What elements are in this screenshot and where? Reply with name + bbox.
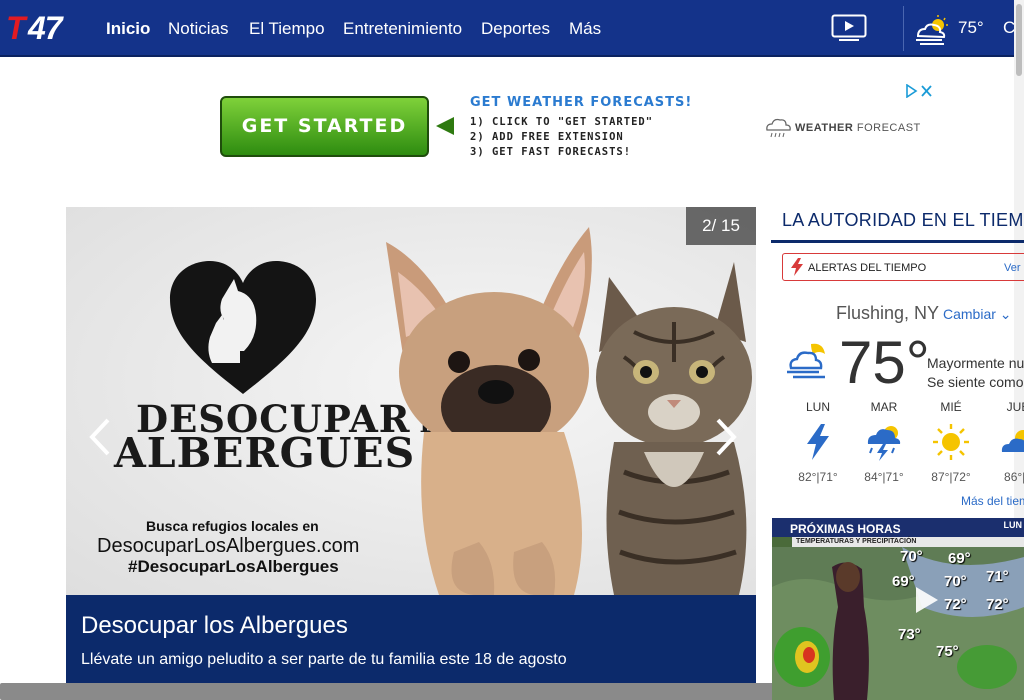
chevron-left-icon[interactable] <box>88 417 112 457</box>
weather-sidebar: LA AUTORIDAD EN EL TIEMPO ALERTAS DEL TI… <box>771 200 1024 700</box>
map-temp-label: 70° <box>900 548 923 565</box>
ad-choices-icon[interactable] <box>904 84 934 98</box>
change-location-label: Cambiar <box>943 306 996 322</box>
nav-deportes[interactable]: Deportes <box>481 18 550 40</box>
promo-website: DesocuparLosAlbergues.com <box>97 535 360 557</box>
video-day-label: LUN <box>1003 520 1023 530</box>
scrollbar-thumb[interactable] <box>1016 4 1022 76</box>
logo-t: T <box>6 10 26 46</box>
nav-mas[interactable]: Más <box>569 18 601 40</box>
ad-title: GET WEATHER FORECASTS! <box>470 95 693 110</box>
map-temp-label: 72° <box>986 596 1009 613</box>
nav-noticias[interactable]: Noticias <box>168 18 228 40</box>
ad-step-3: 3) GET FAST FORECASTS! <box>470 146 632 158</box>
forecast-day[interactable]: LUN 82°|71° <box>793 400 843 484</box>
header-rule <box>771 240 1024 243</box>
weather-section-header[interactable]: LA AUTORIDAD EN EL TIEMPO <box>782 210 1024 231</box>
slide-counter: 2/ 15 <box>686 207 756 245</box>
carousel-slide-image[interactable]: DESOCUPAR LOS ALBERGUES Busca refugios l… <box>66 207 756 595</box>
get-started-button[interactable]: GET STARTED <box>220 96 429 157</box>
feels-like: Se siente como 75° <box>927 374 1024 390</box>
logo-number: 47 <box>28 10 63 46</box>
brand-title-line2: ALBERGUES <box>114 429 416 477</box>
current-conditions: Mayormente nublado <box>927 355 1024 371</box>
advertisement-banner[interactable]: GET STARTED GET WEATHER FORECASTS! 1) CL… <box>218 84 936 166</box>
alerts-view-link[interactable]: Ver <box>1004 262 1021 274</box>
heart-dog-cat-logo <box>170 261 316 394</box>
chevron-down-icon: ⌄ <box>999 306 1012 322</box>
forecast-temps: 87°|72° <box>931 470 971 484</box>
weather-video-player[interactable]: PRÓXIMAS HORAS TEMPERATURAS Y PRECIPITAC… <box>772 518 1024 700</box>
thunderstorm-icon <box>867 426 901 461</box>
alerts-label: ALERTAS DEL TIEMPO <box>808 262 927 274</box>
nav-temperature[interactable]: 75° <box>958 18 984 38</box>
forecast-day[interactable]: MAR 84°|71° <box>859 400 909 484</box>
arrow-left-icon <box>436 117 454 135</box>
video-play-icon[interactable] <box>908 583 942 617</box>
sun-icon <box>933 424 969 460</box>
forecast-day-name: LUN <box>805 400 830 414</box>
video-play-icon[interactable] <box>831 14 867 42</box>
forecast-temps: 86°|7 <box>1004 470 1024 484</box>
weather-forecast-logo-text: WEATHER FORECAST <box>795 122 921 134</box>
map-temp-label: 75° <box>936 643 959 660</box>
map-temp-label: 70° <box>944 573 967 590</box>
forecast-temps: 84°|71° <box>864 470 904 484</box>
forecast-day-name: JUE <box>1006 400 1024 414</box>
puppy-and-kitten-photo <box>386 227 752 595</box>
map-temp-label: 71° <box>986 568 1009 585</box>
forecast-day-name: MAR <box>870 400 898 414</box>
nav-entretenimiento[interactable]: Entretenimiento <box>343 18 462 40</box>
ad-logo-light: FORECAST <box>853 122 921 134</box>
location-name: Flushing, NY <box>836 303 940 323</box>
promo-text: Busca refugios locales en <box>146 518 319 534</box>
change-location-link[interactable]: Cambiar ⌄ <box>943 306 1012 323</box>
map-temp-label: 72° <box>944 596 967 613</box>
photo-carousel[interactable]: DESOCUPAR LOS ALBERGUES Busca refugios l… <box>66 207 756 700</box>
top-navigation: T 47 Inicio Noticias El Tiempo Entreteni… <box>0 0 1024 57</box>
forecast-day-name: MIÉ <box>940 400 962 414</box>
ad-step-2: 2) ADD FREE EXTENSION <box>470 131 624 143</box>
ad-step-1: 1) CLICK TO "GET STARTED" <box>470 116 654 128</box>
forecast-temps: 82°|71° <box>798 470 838 484</box>
nav-divider <box>903 6 904 51</box>
caption-title[interactable]: Desocupar los Albergues <box>81 612 348 640</box>
ad-logo-bold: WEATHER <box>795 122 854 134</box>
forecast-day[interactable]: JUE 86°|7 <box>993 400 1024 484</box>
video-subtitle: TEMPERATURAS Y PRECIPITACIÓN <box>792 537 1024 547</box>
caption-subtitle: Llévate un amigo peludito a ser parte de… <box>81 651 567 668</box>
nav-el-tiempo[interactable]: El Tiempo <box>249 18 325 40</box>
partly-cloudy-night-icon[interactable] <box>914 14 952 46</box>
promo-hashtag: #DesocuparLosAlbergues <box>128 557 339 576</box>
partly-cloudy-night-icon <box>787 343 825 379</box>
lightning-alert-icon <box>791 258 803 276</box>
partly-cloudy-icon <box>1001 430 1024 452</box>
current-temperature: 75° <box>839 329 930 396</box>
more-weather-link[interactable]: Más del tiempo <box>961 494 1024 508</box>
weather-alerts-bar[interactable]: ALERTAS DEL TIEMPO Ver <box>782 253 1024 281</box>
map-temp-label: 73° <box>898 626 921 643</box>
nav-inicio[interactable]: Inicio <box>106 18 150 40</box>
weather-forecast-logo-icon <box>766 118 791 138</box>
lightning-icon <box>807 424 829 460</box>
video-title: PRÓXIMAS HORAS <box>790 522 901 536</box>
chevron-right-icon[interactable] <box>714 417 738 457</box>
forecast-day[interactable]: MIÉ 87°|72° <box>926 400 976 484</box>
map-temp-label: 69° <box>948 550 971 567</box>
